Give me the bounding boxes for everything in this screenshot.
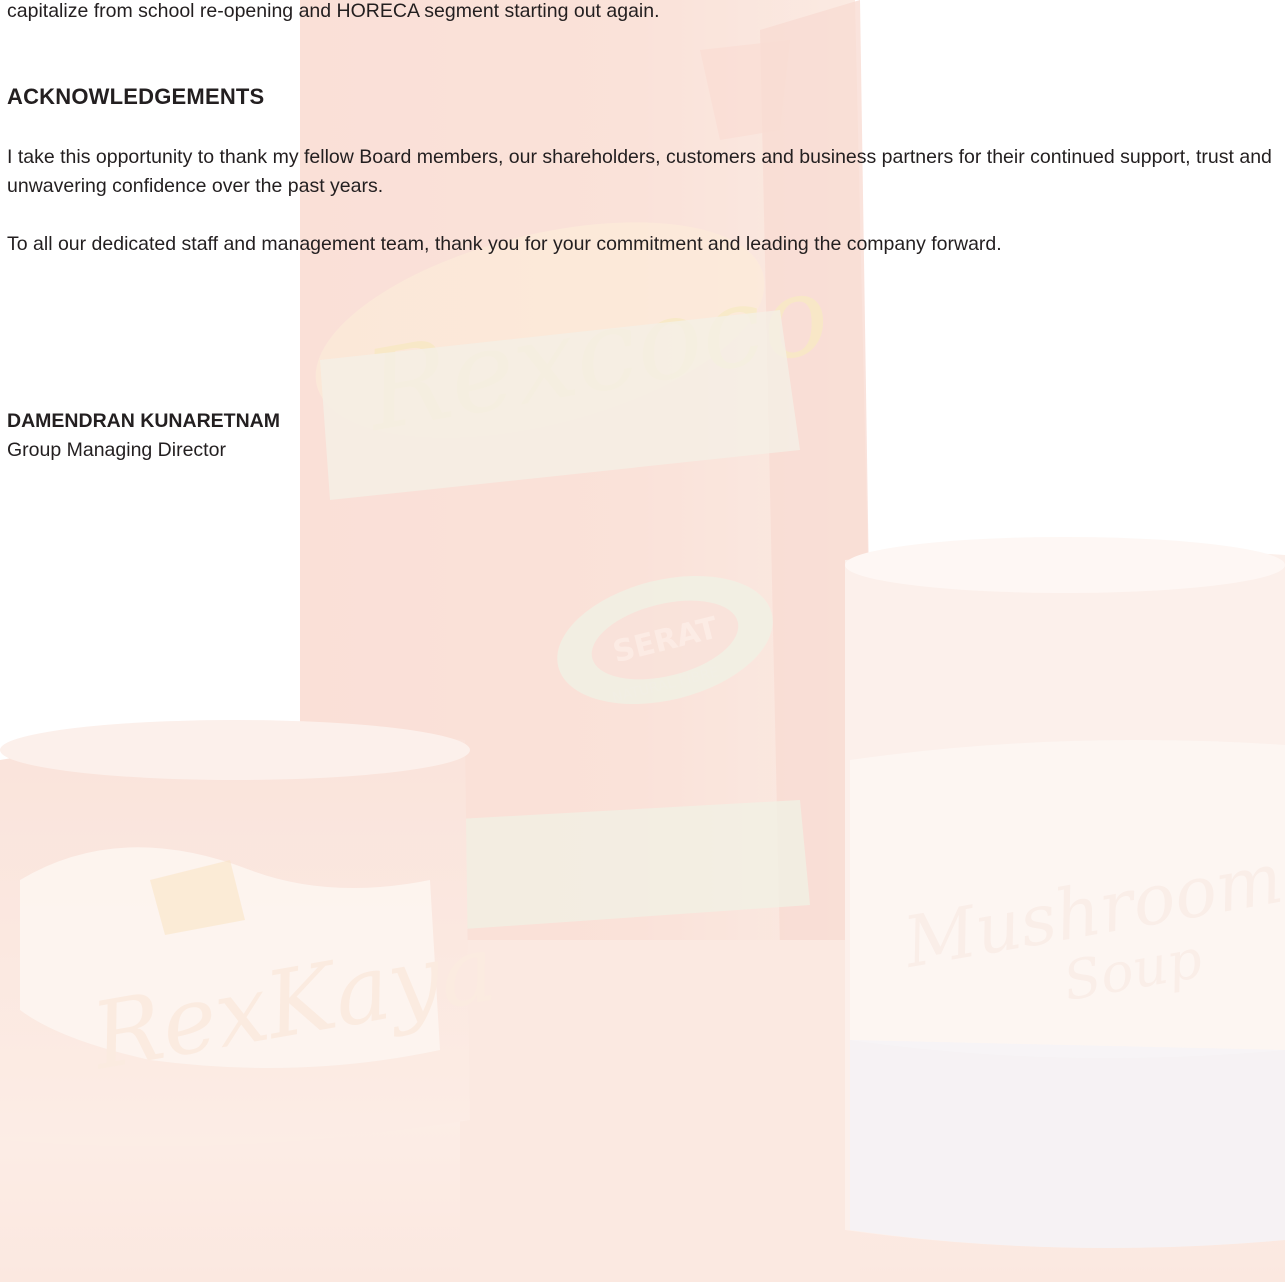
signatory-name: DAMENDRAN KUNARETNAM (7, 410, 280, 432)
section-heading: ACKNOWLEDGEMENTS (7, 84, 265, 109)
acknowledgement-paragraph: I take this opportunity to thank my fell… (7, 146, 1272, 197)
intro-paragraph-tail: capitalize from school re-opening and HO… (7, 0, 660, 22)
staff-thanks-paragraph: To all our dedicated staff and managemen… (7, 233, 1002, 255)
signatory-title: Group Managing Director (7, 439, 226, 461)
